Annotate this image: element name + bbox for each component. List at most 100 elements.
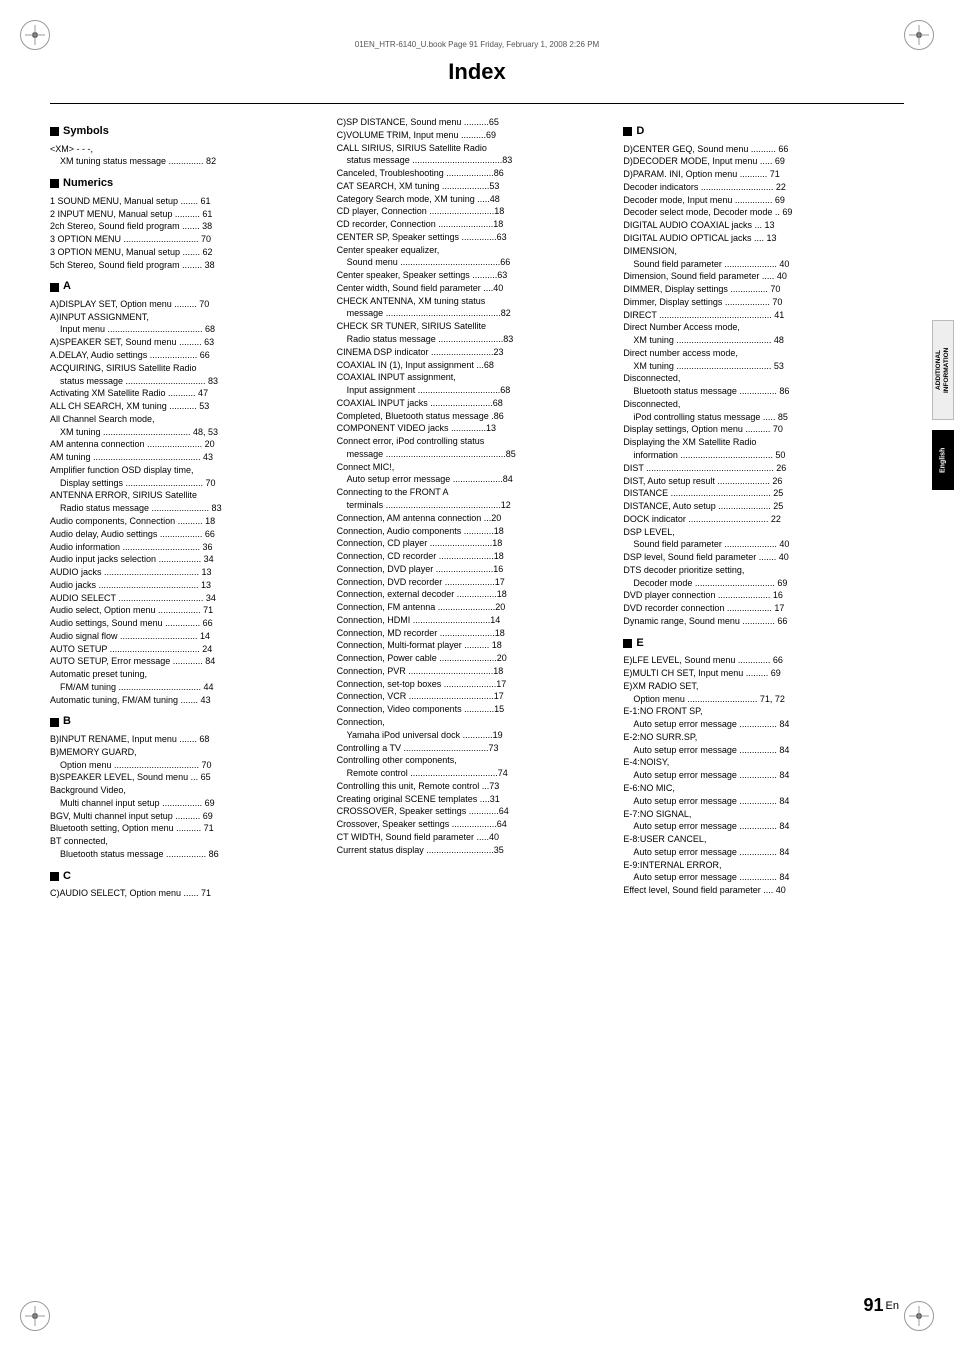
entry-e1: E-1:NO FRONT SP,Auto setup error message… <box>623 705 898 731</box>
section-square-e <box>623 639 632 648</box>
entry-dimension: DIMENSION,Sound field parameter ........… <box>623 245 898 271</box>
entry-dvd-recorder: DVD recorder connection ................… <box>623 602 898 615</box>
page-container: 01EN_HTR-6140_U.book Page 91 Friday, Feb… <box>0 0 954 1351</box>
additional-info-tab: ADDITIONALINFORMATION <box>932 320 954 420</box>
entry-category-search: Category Search mode, XM tuning .....48 <box>337 193 612 206</box>
entry-connecting-front: Connecting to the FRONT Aterminals .....… <box>337 486 612 512</box>
entry-ctrl-unit: Controlling this unit, Remote control ..… <box>337 780 612 793</box>
index-col-1: Symbols <XM> - - -,XM tuning status mess… <box>50 116 331 900</box>
section-square-symbols <box>50 127 59 136</box>
entry-emulti: E)MULTI CH SET, Input menu ......... 69 <box>623 667 898 680</box>
entry-check-antenna: CHECK ANTENNA, XM tuning statusmessage .… <box>337 295 612 321</box>
entry-ainput: A)INPUT ASSIGNMENT,Input menu ..........… <box>50 311 325 337</box>
entry-dimmer: Dimmer, Display settings ...............… <box>623 296 898 309</box>
entry-disconnected-ipod: Disconnected,iPod controlling status mes… <box>623 398 898 424</box>
entry-bluetooth: Bluetooth setting, Option menu .........… <box>50 822 325 835</box>
entry-check-sr: CHECK SR TUNER, SIRIUS SatelliteRadio st… <box>337 320 612 346</box>
entry-crossover-caps: CROSSOVER, Speaker settings ............… <box>337 805 612 818</box>
entry-conn-am: Connection, AM antenna connection ...20 <box>337 512 612 525</box>
entry-center-sp: CENTER SP, Speaker settings ............… <box>337 231 612 244</box>
english-tab: English <box>932 430 954 490</box>
index-col-3: D D)CENTER GEQ, Sound menu .......... 66… <box>617 116 904 900</box>
entry-audio-jacks-caps: AUDIO jacks ............................… <box>50 566 325 579</box>
entry-dts-decoder: DTS decoder prioritize setting,Decoder m… <box>623 564 898 590</box>
section-label-d: D <box>636 124 644 140</box>
section-label-symbols: Symbols <box>63 124 109 140</box>
entry-audio-components: Audio components, Connection .......... … <box>50 515 325 528</box>
index-col-2: C)SP DISTANCE, Sound menu ..........65 C… <box>331 116 618 900</box>
entry-audio-select-caps: AUDIO SELECT ...........................… <box>50 592 325 605</box>
entry-csp-dist: C)SP DISTANCE, Sound menu ..........65 <box>337 116 612 129</box>
entry-e7: E-7:NO SIGNAL,Auto setup error message .… <box>623 808 898 834</box>
entry-audio-jacks: Audio jacks ............................… <box>50 579 325 592</box>
entry-cd-player: CD player, Connection ..................… <box>337 205 612 218</box>
entry-cinema-dsp: CINEMA DSP indicator ...................… <box>337 346 612 359</box>
entry-direct: DIRECT .................................… <box>623 309 898 322</box>
entry-dcenter-geq: D)CENTER GEQ, Sound menu .......... 66 <box>623 143 898 156</box>
file-info: 01EN_HTR-6140_U.book Page 91 Friday, Feb… <box>50 40 904 49</box>
entry-conn-yamaha: Connection,Yamaha iPod universal dock ..… <box>337 716 612 742</box>
entry-direct-num-caps: Direct Number Access mode,XM tuning ....… <box>623 321 898 347</box>
entry-allch-mode: All Channel Search mode,XM tuning ......… <box>50 413 325 439</box>
entry-bmemory: B)MEMORY GUARD,Option menu .............… <box>50 746 325 772</box>
entry-exm: E)XM RADIO SET,Option menu .............… <box>623 680 898 706</box>
entry-3option: 3 OPTION MENU ..........................… <box>50 233 325 246</box>
entry-antenna-error: ANTENNA ERROR, SIRIUS SatelliteRadio sta… <box>50 489 325 515</box>
entry-distance-auto: DISTANCE, Auto setup ...................… <box>623 500 898 513</box>
entry-adelay: A.DELAY, Audio settings ................… <box>50 349 325 362</box>
entry-audio-info: Audio information ......................… <box>50 541 325 554</box>
entry-creating-scene: Creating original SCENE templates ....31 <box>337 793 612 806</box>
entry-cd-recorder: CD recorder, Connection ................… <box>337 218 612 231</box>
entry-disconnected-bt: Disconnected,Bluetooth status message ..… <box>623 372 898 398</box>
entry-bgv: BGV, Multi channel input setup .........… <box>50 810 325 823</box>
entry-dvd-player: DVD player connection ..................… <box>623 589 898 602</box>
entry-cat-search: CAT SEARCH, XM tuning ..................… <box>337 180 612 193</box>
entry-ctrl-tv: Controlling a TV .......................… <box>337 742 612 755</box>
entry-coaxial-in: COAXIAL IN (1), Input assignment ...68 <box>337 359 612 372</box>
entry-dparam: D)PARAM. INI, Option menu ........... 71 <box>623 168 898 181</box>
entry-audio-signal: Audio signal flow ......................… <box>50 630 325 643</box>
entry-dimmer-caps: DIMMER, Display settings ...............… <box>623 283 898 296</box>
entry-activating-xm: Activating XM Satellite Radio ..........… <box>50 387 325 400</box>
entry-auto-tuning: Automatic tuning, FM/AM tuning ....... 4… <box>50 694 325 707</box>
page-lang: En <box>886 1300 899 1312</box>
entry-canceled: Canceled, Troubleshooting ..............… <box>337 167 612 180</box>
entry-audio-select: Audio select, Option menu ..............… <box>50 604 325 617</box>
entry-conn-settop: Connection, set-top boxes ..............… <box>337 678 612 691</box>
entry-conn-power: Connection, Power cable ................… <box>337 652 612 665</box>
section-square-d <box>623 127 632 136</box>
entry-displaying-xm: Displaying the XM Satellite Radioinforma… <box>623 436 898 462</box>
section-label-b: B <box>63 714 71 730</box>
entry-binput: B)INPUT RENAME, Input menu ....... 68 <box>50 733 325 746</box>
entry-conn-video: Connection, Video components ...........… <box>337 703 612 716</box>
entry-dynamic-range: Dynamic range, Sound menu ............. … <box>623 615 898 628</box>
entry-dsp-level: DSP LEVEL,Sound field parameter ........… <box>623 526 898 552</box>
entry-conn-dvd-rec: Connection, DVD recorder ...............… <box>337 576 612 589</box>
entry-conn-ext-dec: Connection, external decoder ...........… <box>337 588 612 601</box>
entry-adisplay: A)DISPLAY SET, Option menu ......... 70 <box>50 298 325 311</box>
entry-conn-audio: Connection, Audio components ...........… <box>337 525 612 538</box>
entry-dsp-level-sfp: DSP level, Sound field parameter .......… <box>623 551 898 564</box>
section-square-b <box>50 718 59 727</box>
entry-center-eq: Center speaker equalizer,Sound menu ....… <box>337 244 612 270</box>
entry-caudio: C)AUDIO SELECT, Option menu ...... 71 <box>50 887 325 900</box>
entry-3option-manual: 3 OPTION MENU, Manual setup ....... 62 <box>50 246 325 259</box>
section-c: C <box>50 869 325 885</box>
title-divider <box>50 103 904 104</box>
entry-elfe: E)LFE LEVEL, Sound menu ............. 66 <box>623 654 898 667</box>
entry-conn-cd-rec: Connection, CD recorder ................… <box>337 550 612 563</box>
entry-amp-osd: Amplifier function OSD display time,Disp… <box>50 464 325 490</box>
entry-bg-video: Background Video,Multi channel input set… <box>50 784 325 810</box>
entry-ctrl-other: Controlling other components,Remote cont… <box>337 754 612 780</box>
entry-audio-input-jacks: Audio input jacks selection ............… <box>50 553 325 566</box>
entry-am-tuning: AM tuning ..............................… <box>50 451 325 464</box>
section-symbols: Symbols <box>50 124 325 140</box>
entry-coaxial-input-assign: COAXIAL INPUT assignment,Input assignmen… <box>337 371 612 397</box>
entry-allch: ALL CH SEARCH, XM tuning ........... 53 <box>50 400 325 413</box>
entry-conn-fm: Connection, FM antenna .................… <box>337 601 612 614</box>
entry-distance: DISTANCE ...............................… <box>623 487 898 500</box>
entry-audio-settings: Audio settings, Sound menu .............… <box>50 617 325 630</box>
section-square-c <box>50 872 59 881</box>
entry-bspeaker: B)SPEAKER LEVEL, Sound menu ... 65 <box>50 771 325 784</box>
entry-e6: E-6:NO MIC,Auto setup error message ....… <box>623 782 898 808</box>
